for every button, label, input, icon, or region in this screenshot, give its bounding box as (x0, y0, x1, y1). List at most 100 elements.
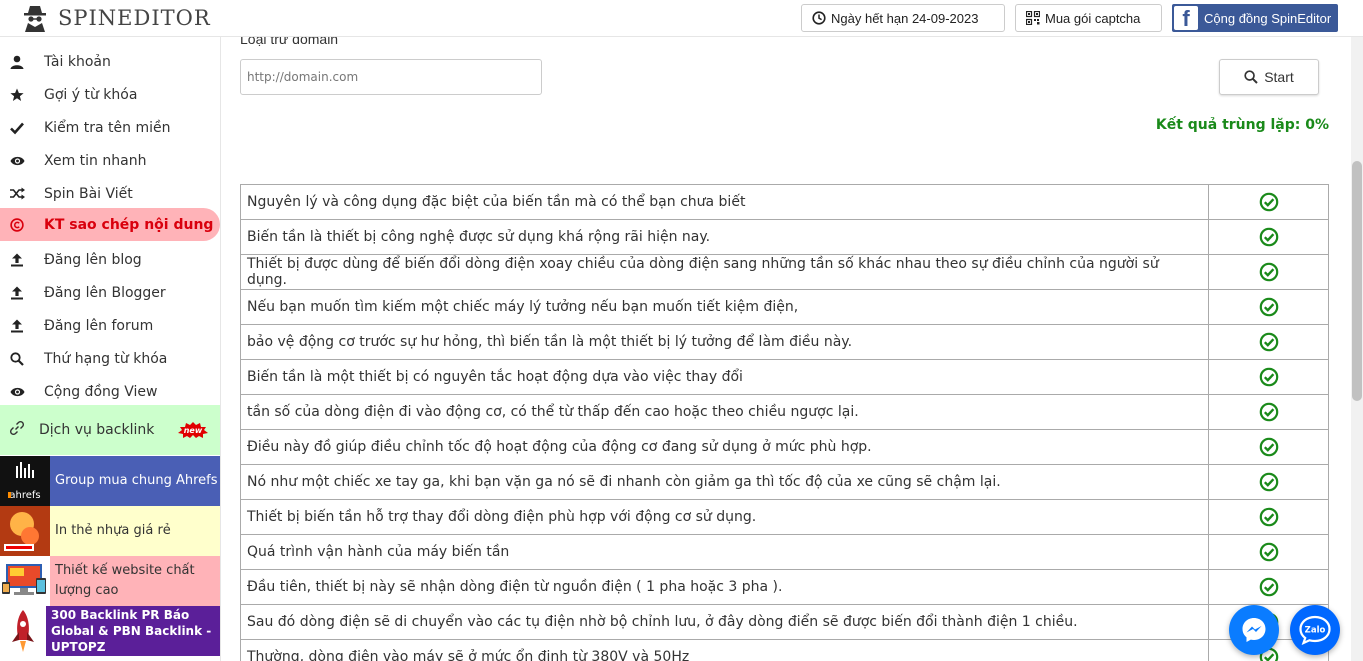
expiry-date-button[interactable]: Ngày hết hạn 24-09-2023 (801, 4, 1005, 32)
duplicate-result-text: Kết quả trùng lặp: 0% (1155, 117, 1329, 133)
exclude-domain-input[interactable] (240, 59, 542, 95)
sidebar-item-label: Đăng lên Blogger (44, 284, 166, 301)
messenger-icon (1242, 618, 1266, 642)
check-circle-icon (1259, 577, 1278, 597)
zalo-chat-button[interactable]: Zalo (1290, 605, 1340, 655)
sidebar-item-backlink-service[interactable]: Dịch vụ backlink new (0, 405, 220, 455)
promo-website-design[interactable]: Thiết kế website chất lượng cao (0, 556, 220, 606)
check-circle-icon (1259, 192, 1278, 212)
promo-plastic-card[interactable]: In thẻ nhựa giá rẻ (0, 506, 220, 556)
promo-label: 300 Backlink PR Báo Global & PBN Backlin… (46, 606, 220, 656)
table-row: Đầu tiên, thiết bị này sẽ nhận dòng điện… (239, 569, 1329, 605)
sentence-text: Nếu bạn muốn tìm kiếm một chiếc máy lý t… (239, 289, 1210, 325)
table-row: tần số của dòng điện đi vào động cơ, có … (239, 394, 1329, 430)
page-scrollbar[interactable] (1351, 37, 1363, 661)
star-icon (9, 87, 25, 103)
table-row: Nguyên lý và công dụng đặc biệt của biến… (239, 184, 1329, 220)
sidebar-item-spin-article[interactable]: Spin Bài Viết (0, 177, 220, 210)
sentence-status-cell (1208, 429, 1329, 465)
sentence-text: Nguyên lý và công dụng đặc biệt của biến… (239, 184, 1210, 220)
upload-icon (9, 252, 25, 268)
start-label: Start (1264, 69, 1294, 85)
promo-label: Thiết kế website chất lượng cao (55, 563, 195, 598)
link-icon (9, 420, 25, 440)
search-icon (1244, 70, 1258, 84)
sidebar-item-label: Đăng lên forum (44, 317, 154, 334)
table-row: Thiết bị được dùng để biến đổi dòng điện… (239, 254, 1329, 290)
check-circle-icon (1259, 507, 1278, 527)
sentence-results-table: Nguyên lý và công dụng đặc biệt của biến… (239, 184, 1329, 661)
sidebar-item-account[interactable]: Tài khoản (0, 45, 220, 78)
ahrefs-thumb-text: ahrefs (9, 490, 40, 501)
sidebar-item-post-forum[interactable]: Đăng lên forum (0, 309, 220, 342)
user-icon (9, 54, 25, 70)
shuffle-icon (9, 186, 25, 202)
captcha-label: Mua gói captcha (1045, 10, 1141, 26)
sidebar-item-community-view[interactable]: Cộng đồng View (0, 375, 220, 408)
eye-icon (9, 153, 25, 169)
promo-label: Group mua chung Ahrefs (50, 456, 220, 506)
messenger-chat-button[interactable] (1229, 605, 1279, 655)
sentence-status-cell (1208, 289, 1329, 325)
main-content: Loại trừ domain Start Kết quả trùng lặp:… (221, 37, 1351, 661)
sidebar-item-keyword-rank[interactable]: Thứ hạng từ khóa (0, 342, 220, 375)
sentence-status-cell (1208, 499, 1329, 535)
sentence-status-cell (1208, 359, 1329, 395)
sidebar-item-post-blog[interactable]: Đăng lên blog (0, 243, 220, 276)
new-badge-text: new (184, 426, 203, 435)
start-button[interactable]: Start (1219, 59, 1319, 95)
sentence-text: Biến tần là thiết bị công nghệ được sử d… (239, 219, 1210, 255)
sentence-text: Nó như một chiếc xe tay ga, khi bạn vặn … (239, 464, 1210, 500)
logo[interactable]: SPINEDITOR (22, 3, 211, 33)
sentence-status-cell (1208, 394, 1329, 430)
clock-icon (812, 11, 826, 25)
sidebar-item-label: Kiểm tra tên miền (44, 119, 171, 136)
check-circle-icon (1259, 227, 1278, 247)
table-row: Thường, dòng điện vào máy sẽ ở mức ổn đị… (239, 639, 1329, 661)
promo-ahrefs-group[interactable]: ahrefs Group mua chung Ahrefs (0, 456, 220, 506)
logo-text: SPINEDITOR (58, 6, 211, 30)
sentence-text: Thường, dòng điện vào máy sẽ ở mức ổn đị… (239, 639, 1210, 661)
qrcode-icon (1026, 11, 1040, 25)
community-facebook-button[interactable]: f Cộng đồng SpinEditor (1172, 4, 1338, 32)
check-circle-icon (1259, 472, 1278, 492)
exclude-domain-label: Loại trừ domain (240, 37, 339, 47)
sidebar: Tài khoản Gợi ý từ khóa Kiểm tra tên miề… (0, 37, 221, 661)
sidebar-item-label: KT sao chép nội dung (44, 216, 214, 233)
plastic-card-thumbnail (0, 506, 50, 556)
top-header: SPINEDITOR Ngày hết hạn 24-09-2023 Mua g… (0, 0, 1363, 37)
sentence-text: Điều này đồ giúp điều chỉnh tốc độ hoạt … (239, 429, 1210, 465)
search-icon (9, 351, 25, 367)
sentence-text: Thiết bị biến tần hỗ trợ thay đổi dòng đ… (239, 499, 1210, 535)
sidebar-item-label: Xem tin nhanh (44, 152, 147, 169)
promo-uptopz-backlink[interactable]: 300 Backlink PR Báo Global & PBN Backlin… (0, 606, 220, 656)
sentence-status-cell (1208, 569, 1329, 605)
sidebar-item-label: Spin Bài Viết (44, 185, 133, 202)
backlink-label: Dịch vụ backlink (39, 422, 155, 438)
sidebar-item-quick-news[interactable]: Xem tin nhanh (0, 144, 220, 177)
table-row: Sau đó dòng điện sẽ di chuyển vào các tụ… (239, 604, 1329, 640)
sentence-status-cell (1208, 324, 1329, 360)
check-circle-icon (1259, 402, 1278, 422)
sidebar-item-label: Gợi ý từ khóa (44, 86, 138, 103)
sidebar-item-domain-check[interactable]: Kiểm tra tên miền (0, 111, 220, 144)
check-circle-icon (1259, 367, 1278, 387)
scrollbar-thumb[interactable] (1352, 161, 1362, 401)
upload-icon (9, 285, 25, 301)
promo-label: In thẻ nhựa giá rẻ (55, 523, 171, 538)
sentence-text: tần số của dòng điện đi vào động cơ, có … (239, 394, 1210, 430)
upload-icon (9, 318, 25, 334)
check-icon (9, 120, 25, 136)
buy-captcha-button[interactable]: Mua gói captcha (1015, 4, 1162, 32)
table-row: Quá trình vận hành của máy biến tần (239, 534, 1329, 570)
sidebar-item-label: Đăng lên blog (44, 251, 142, 268)
sidebar-item-post-blogger[interactable]: Đăng lên Blogger (0, 276, 220, 309)
rocket-thumbnail (0, 606, 46, 656)
spy-logo-icon (24, 6, 46, 32)
new-badge: new (178, 422, 208, 438)
sidebar-item-plagiarism-check[interactable]: KT sao chép nội dung (0, 208, 220, 241)
check-circle-icon (1259, 437, 1278, 457)
zalo-icon: Zalo (1299, 615, 1331, 645)
sentence-text: Thiết bị được dùng để biến đổi dòng điện… (239, 254, 1210, 290)
sidebar-item-keyword-suggest[interactable]: Gợi ý từ khóa (0, 78, 220, 111)
